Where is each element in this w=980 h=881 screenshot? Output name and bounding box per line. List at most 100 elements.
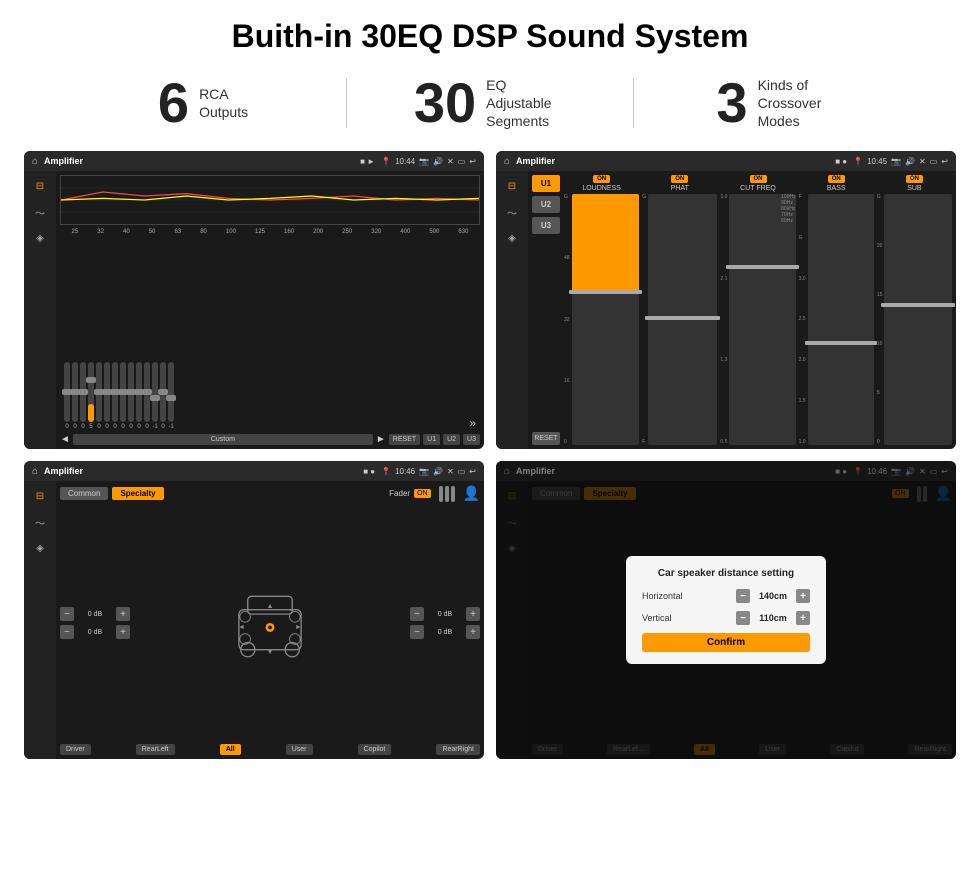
- home-icon-3[interactable]: ⌂: [32, 466, 38, 477]
- minus-bl[interactable]: −: [60, 625, 74, 639]
- reset-btn-2[interactable]: RESET: [532, 432, 560, 445]
- vertical-minus[interactable]: −: [736, 611, 750, 625]
- eq-slider-5[interactable]: 0: [104, 362, 110, 430]
- ch-label-cutfreq: CUT FREQ: [740, 185, 776, 192]
- eq-slider-3[interactable]: 5: [88, 362, 94, 430]
- preset-u1[interactable]: U1: [532, 175, 560, 192]
- driver-btn-3[interactable]: Driver: [60, 744, 91, 755]
- minus-tr[interactable]: −: [410, 607, 424, 621]
- plus-tr[interactable]: +: [466, 607, 480, 621]
- screen2-content: ⊟ 〜 ◈ U1 U2 U3 RESET ON LOUDNESS: [496, 171, 956, 449]
- reset-btn-1[interactable]: RESET: [389, 434, 420, 445]
- tab-specialty-3[interactable]: Specialty: [112, 487, 163, 500]
- eq-slider-2[interactable]: 0: [80, 362, 86, 430]
- vertical-plus[interactable]: +: [796, 611, 810, 625]
- horizontal-plus[interactable]: +: [796, 589, 810, 603]
- svg-text:►: ►: [295, 623, 302, 631]
- stat-number-eq: 30: [414, 75, 476, 131]
- eq-slider-7[interactable]: 0: [120, 362, 126, 430]
- screen-dialog: ⌂ Amplifier ■ ● 📍 10:46 📷 🔊 ✕ ▭ ↩ ⊟ 〜 ◈ …: [496, 461, 956, 759]
- stat-number-rca: 6: [158, 75, 189, 131]
- plus-bl[interactable]: +: [116, 625, 130, 639]
- fader-bar-3[interactable]: [451, 486, 455, 502]
- ch-label-sub: SUB: [907, 185, 921, 192]
- home-icon-2[interactable]: ⌂: [504, 156, 510, 167]
- status-bar-2: ⌂ Amplifier ■ ● 📍 10:45 📷 🔊 ✕ ▭ ↩: [496, 151, 956, 171]
- back-icon-2[interactable]: ↩: [941, 157, 948, 166]
- home-icon-1[interactable]: ⌂: [32, 156, 38, 167]
- fader-label-3: Fader: [389, 489, 410, 498]
- speaker-main: Common Specialty Fader ON 👤 −: [56, 481, 484, 759]
- eq-slider-13[interactable]: -1: [168, 362, 174, 430]
- on-phat[interactable]: ON: [671, 175, 688, 183]
- speaker-icon-2[interactable]: ◈: [501, 229, 523, 247]
- eq-slider-8[interactable]: 0: [128, 362, 134, 430]
- fader-bar-1[interactable]: [439, 486, 443, 502]
- channel-sub: ON SUB G20151050: [877, 175, 952, 445]
- eq-slider-0[interactable]: 0: [64, 362, 70, 430]
- eq-icon-2[interactable]: ⊟: [501, 177, 523, 195]
- confirm-button[interactable]: Confirm: [642, 633, 810, 652]
- prev-arrow[interactable]: ◄: [60, 434, 70, 445]
- eq-icon-3[interactable]: ⊟: [29, 487, 51, 505]
- stat-eq: 30 EQ AdjustableSegments: [347, 75, 633, 131]
- play-indicator-1: ■ ►: [360, 157, 375, 166]
- eq-controls: ◄ Custom ► RESET U1 U2 U3: [60, 434, 480, 445]
- person-icon-3[interactable]: 👤: [463, 485, 480, 502]
- rearleft-btn-3[interactable]: RearLeft: [136, 744, 175, 755]
- minimize-icon-1: ▭: [458, 157, 466, 166]
- page-title: Buith-in 30EQ DSP Sound System: [0, 0, 980, 65]
- speaker-icon-3[interactable]: ◈: [29, 539, 51, 557]
- eq-icon-1[interactable]: ⊟: [29, 177, 51, 195]
- all-btn-3[interactable]: All: [220, 744, 241, 755]
- wave-icon-3[interactable]: 〜: [29, 513, 51, 531]
- plus-tl[interactable]: +: [116, 607, 130, 621]
- eq-slider-6[interactable]: 0: [112, 362, 118, 430]
- on-bass[interactable]: ON: [828, 175, 845, 183]
- u3-btn-1[interactable]: U3: [463, 434, 480, 445]
- back-icon-3[interactable]: ↩: [469, 467, 476, 476]
- channel-loudness: ON LOUDNESS G4832160: [564, 175, 639, 445]
- eq-freq-labels: 25 32 40 50 63 80 100 125 160 200 250 32…: [60, 229, 480, 235]
- svg-text:◄: ◄: [238, 623, 245, 631]
- horizontal-minus[interactable]: −: [736, 589, 750, 603]
- fader-bar-2[interactable]: [445, 486, 449, 502]
- ch-label-phat: PHAT: [671, 185, 689, 192]
- preset-u3[interactable]: U3: [532, 217, 560, 234]
- ch-label-loudness: LOUDNESS: [582, 185, 621, 192]
- eq-slider-4[interactable]: 0: [96, 362, 102, 430]
- eq-slider-9[interactable]: 0: [136, 362, 142, 430]
- wave-icon-1[interactable]: 〜: [29, 203, 51, 221]
- time-3: 10:46: [395, 467, 415, 476]
- stat-label-eq: EQ AdjustableSegments: [486, 76, 566, 131]
- status-right-3: 📍 10:46 📷 🔊 ✕ ▭ ↩: [381, 467, 476, 476]
- wave-icon-2[interactable]: 〜: [501, 203, 523, 221]
- back-icon-1[interactable]: ↩: [469, 157, 476, 166]
- eq-slider-1[interactable]: 0: [72, 362, 78, 430]
- minus-tl[interactable]: −: [60, 607, 74, 621]
- next-arrow[interactable]: ►: [376, 434, 386, 445]
- u2-btn-1[interactable]: U2: [443, 434, 460, 445]
- copilot-btn-3[interactable]: Copilot: [358, 744, 392, 755]
- tab-common-3[interactable]: Common: [60, 487, 108, 500]
- screen-eq: ⌂ Amplifier ■ ► 📍 10:44 📷 🔊 ✕ ▭ ↩ ⊟ 〜 ◈: [24, 151, 484, 449]
- svg-text:▲: ▲: [266, 602, 273, 610]
- speaker-icon-1[interactable]: ◈: [29, 229, 51, 247]
- ch-label-bass: BASS: [827, 185, 846, 192]
- on-sub[interactable]: ON: [906, 175, 923, 183]
- volume-icon-2: 🔊: [905, 157, 915, 166]
- on-cutfreq[interactable]: ON: [750, 175, 767, 183]
- rearright-btn-3[interactable]: RearRight: [436, 744, 480, 755]
- preset-col: U1 U2 U3 RESET: [532, 175, 560, 445]
- on-loudness[interactable]: ON: [593, 175, 610, 183]
- preset-u2[interactable]: U2: [532, 196, 560, 213]
- u1-btn-1[interactable]: U1: [423, 434, 440, 445]
- eq-slider-11[interactable]: -1: [152, 362, 158, 430]
- fader-on-badge[interactable]: ON: [414, 489, 431, 498]
- custom-btn[interactable]: Custom: [73, 434, 373, 445]
- more-icon[interactable]: »: [469, 416, 476, 430]
- volume-icon-3: 🔊: [433, 467, 443, 476]
- user-btn-3[interactable]: User: [286, 744, 313, 755]
- minus-br[interactable]: −: [410, 625, 424, 639]
- plus-br[interactable]: +: [466, 625, 480, 639]
